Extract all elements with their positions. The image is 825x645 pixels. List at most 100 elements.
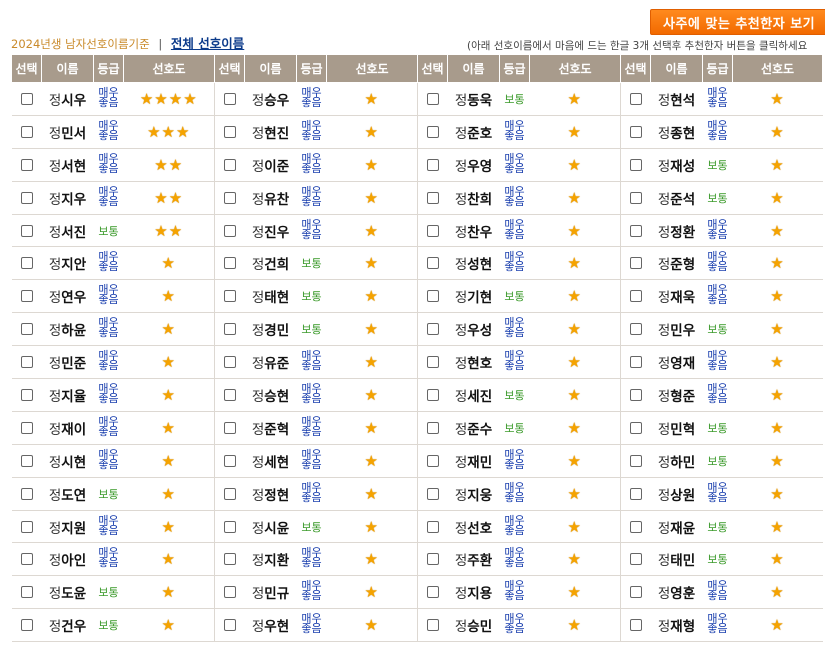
checkbox[interactable] — [21, 455, 33, 467]
checkbox[interactable] — [630, 455, 642, 467]
checkbox[interactable] — [224, 159, 236, 171]
preference-cell: ★ — [124, 576, 215, 609]
checkbox[interactable] — [630, 488, 642, 500]
checkbox[interactable] — [427, 225, 439, 237]
grade-cell: 매우 좋음 — [297, 115, 327, 148]
table-body: 정시우매우 좋음★★★★정승우매우 좋음★정동욱보통★정현석매우 좋음★정민서매… — [12, 83, 823, 642]
checkbox[interactable] — [224, 225, 236, 237]
star-rating: ★ — [365, 156, 379, 174]
checkbox[interactable] — [630, 422, 642, 434]
checkbox[interactable] — [630, 323, 642, 335]
checkbox[interactable] — [427, 455, 439, 467]
checkbox[interactable] — [427, 553, 439, 565]
checkbox[interactable] — [224, 257, 236, 269]
table-row: 정지원매우 좋음★정시윤보통★정선호매우 좋음★정재윤보통★ — [12, 510, 823, 543]
checkbox[interactable] — [630, 521, 642, 533]
preference-cell: ★ — [733, 83, 823, 116]
checkbox[interactable] — [630, 389, 642, 401]
checkbox[interactable] — [224, 521, 236, 533]
checkbox[interactable] — [21, 225, 33, 237]
checkbox[interactable] — [427, 159, 439, 171]
checkbox[interactable] — [427, 323, 439, 335]
checkbox[interactable] — [630, 619, 642, 631]
checkbox[interactable] — [21, 290, 33, 302]
checkbox[interactable] — [224, 290, 236, 302]
grade-cell: 매우 좋음 — [500, 247, 530, 280]
star-icon: ★ — [770, 616, 784, 634]
checkbox[interactable] — [427, 290, 439, 302]
checkbox[interactable] — [21, 553, 33, 565]
checkbox[interactable] — [630, 257, 642, 269]
select-cell — [12, 181, 42, 214]
checkbox[interactable] — [427, 257, 439, 269]
all-names-link[interactable]: 전체 선호이름 — [171, 36, 244, 51]
checkbox[interactable] — [427, 619, 439, 631]
checkbox[interactable] — [224, 422, 236, 434]
star-rating: ★ — [162, 320, 176, 338]
checkbox[interactable] — [21, 619, 33, 631]
checkbox[interactable] — [427, 126, 439, 138]
checkbox[interactable] — [21, 257, 33, 269]
checkbox[interactable] — [224, 323, 236, 335]
checkbox[interactable] — [21, 521, 33, 533]
select-cell — [12, 115, 42, 148]
checkbox[interactable] — [630, 586, 642, 598]
given-name: 현석 — [670, 93, 695, 109]
checkbox[interactable] — [21, 389, 33, 401]
star-icon: ★ — [568, 353, 582, 371]
checkbox[interactable] — [21, 126, 33, 138]
checkbox[interactable] — [630, 290, 642, 302]
grade-label: 매우 좋음 — [98, 88, 118, 108]
checkbox[interactable] — [427, 93, 439, 105]
given-name: 영훈 — [670, 586, 695, 602]
checkbox[interactable] — [224, 93, 236, 105]
recommend-hanja-button[interactable]: 사주에 맞는 추천한자 보기 › — [650, 9, 825, 35]
checkbox[interactable] — [427, 389, 439, 401]
checkbox[interactable] — [427, 356, 439, 368]
checkbox[interactable] — [630, 192, 642, 204]
grade-cell: 보통 — [703, 510, 733, 543]
select-cell — [215, 411, 245, 444]
checkbox[interactable] — [21, 488, 33, 500]
checkbox[interactable] — [224, 488, 236, 500]
checkbox[interactable] — [21, 159, 33, 171]
select-cell — [418, 444, 448, 477]
checkbox[interactable] — [224, 619, 236, 631]
checkbox[interactable] — [630, 126, 642, 138]
grade-cell: 보통 — [703, 313, 733, 346]
checkbox[interactable] — [21, 586, 33, 598]
star-rating: ★ — [365, 386, 379, 404]
star-icon: ★ — [568, 254, 582, 272]
checkbox[interactable] — [224, 389, 236, 401]
select-cell — [621, 214, 651, 247]
checkbox[interactable] — [427, 422, 439, 434]
checkbox[interactable] — [224, 586, 236, 598]
checkbox[interactable] — [21, 422, 33, 434]
checkbox[interactable] — [427, 521, 439, 533]
checkbox[interactable] — [224, 126, 236, 138]
checkbox[interactable] — [21, 192, 33, 204]
star-icon: ★ — [154, 189, 168, 207]
checkbox[interactable] — [630, 356, 642, 368]
checkbox[interactable] — [224, 192, 236, 204]
checkbox[interactable] — [224, 455, 236, 467]
star-rating: ★ — [770, 287, 784, 305]
surname: 정 — [455, 553, 467, 569]
checkbox[interactable] — [630, 159, 642, 171]
checkbox[interactable] — [427, 192, 439, 204]
checkbox[interactable] — [427, 586, 439, 598]
grade-label: 보통 — [98, 619, 118, 632]
checkbox[interactable] — [21, 93, 33, 105]
checkbox[interactable] — [21, 356, 33, 368]
checkbox[interactable] — [630, 93, 642, 105]
checkbox[interactable] — [21, 323, 33, 335]
checkbox[interactable] — [630, 225, 642, 237]
given-name: 준혁 — [264, 422, 289, 438]
grade-label: 매우 좋음 — [301, 351, 321, 371]
grade-cell: 매우 좋음 — [500, 181, 530, 214]
star-rating: ★ — [770, 254, 784, 272]
checkbox[interactable] — [224, 553, 236, 565]
checkbox[interactable] — [427, 488, 439, 500]
checkbox[interactable] — [630, 553, 642, 565]
checkbox[interactable] — [224, 356, 236, 368]
